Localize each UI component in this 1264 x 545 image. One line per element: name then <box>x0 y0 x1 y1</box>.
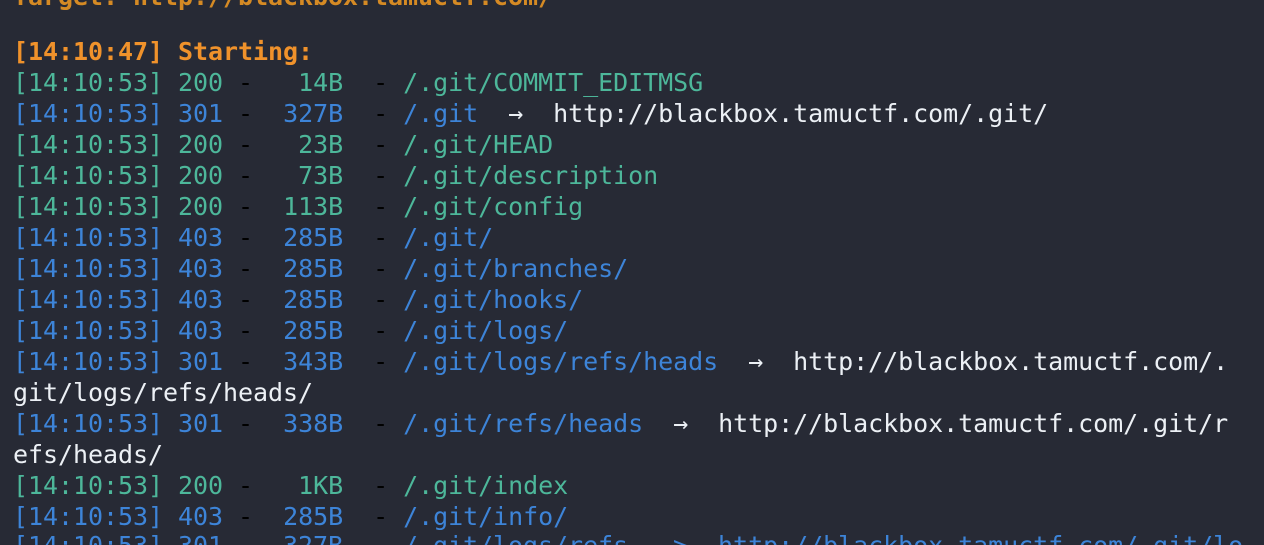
response-size: 285B <box>283 285 344 314</box>
http-status: 403 <box>178 502 224 531</box>
scan-result-line: [14:10:53] 200 - 23B - /.git/HEAD <box>13 130 554 159</box>
http-status: 200 <box>178 161 224 190</box>
timestamp: [14:10:53] <box>13 130 164 159</box>
redirect-url[interactable]: http://blackbox.tamuctf.com/.git/r <box>718 409 1228 438</box>
request-path: /.git/description <box>403 161 659 190</box>
scan-result-line: [14:10:53] 403 - 285B - /.git/ <box>13 223 494 252</box>
scan-result-line: [14:10:53] 301 - 343B - /.git/logs/refs/… <box>13 347 1229 376</box>
timestamp: [14:10:53] <box>13 316 164 345</box>
response-size: 338B <box>283 409 344 438</box>
timestamp: [14:10:53] <box>13 502 164 531</box>
redirect-arrow-icon: → <box>643 409 719 438</box>
request-path: /.git/hooks/ <box>403 285 584 314</box>
response-size: 23B <box>298 130 344 159</box>
http-status: 301 <box>178 99 224 128</box>
request-path: /.git/HEAD <box>403 130 554 159</box>
timestamp: [14:10:53] <box>13 68 164 97</box>
request-path: /.git/logs/refs/heads <box>403 347 719 376</box>
partial-result-line: [14:10:53] 301 - 327B - /.git/logs/refs … <box>13 530 1243 545</box>
http-status: 200 <box>178 192 224 221</box>
http-status: 403 <box>178 316 224 345</box>
scan-result-line: [14:10:53] 200 - 14B - /.git/COMMIT_EDIT… <box>13 68 704 97</box>
scan-result-line: [14:10:53] 403 - 285B - /.git/info/ <box>13 502 569 531</box>
response-size: 73B <box>298 161 344 190</box>
http-status: 403 <box>178 223 224 252</box>
terminal-window[interactable]: Target: http://blackbox.tamuctf.com/ [14… <box>13 0 1253 545</box>
http-status: 301 <box>178 347 224 376</box>
timestamp: [14:10:53] <box>13 471 164 500</box>
redirect-url-continuation[interactable]: git/logs/refs/heads/ <box>13 377 313 408</box>
redirect-url-continuation[interactable]: efs/heads/ <box>13 439 163 470</box>
timestamp: [14:10:53] <box>13 285 164 314</box>
timestamp: [14:10:53] <box>13 254 164 283</box>
request-path: /.git/info/ <box>403 502 569 531</box>
timestamp: [14:10:53] <box>13 409 164 438</box>
scan-result-line: [14:10:53] 200 - 1KB - /.git/index <box>13 471 569 500</box>
request-path: /.git/index <box>403 471 569 500</box>
response-size: 1KB <box>298 471 344 500</box>
http-status: 200 <box>178 130 224 159</box>
response-size: 343B <box>283 347 344 376</box>
timestamp: [14:10:53] <box>13 347 164 376</box>
response-size: 14B <box>298 68 344 97</box>
http-status: 200 <box>178 68 224 97</box>
request-path: /.git <box>403 99 479 128</box>
target-line: Target: http://blackbox.tamuctf.com/ <box>13 0 553 12</box>
request-path: /.git/branches/ <box>403 254 629 283</box>
timestamp: [14:10:53] <box>13 192 164 221</box>
scan-result-line: [14:10:53] 403 - 285B - /.git/branches/ <box>13 254 629 283</box>
http-status: 403 <box>178 285 224 314</box>
response-size: 285B <box>283 502 344 531</box>
response-size: 285B <box>283 254 344 283</box>
timestamp: [14:10:53] <box>13 223 164 252</box>
redirect-url[interactable]: http://blackbox.tamuctf.com/. <box>793 347 1228 376</box>
scan-result-line: [14:10:53] 403 - 285B - /.git/logs/ <box>13 316 569 345</box>
http-status: 200 <box>178 471 224 500</box>
redirect-url[interactable]: http://blackbox.tamuctf.com/.git/ <box>553 99 1048 128</box>
scan-result-line: [14:10:53] 301 - 327B - /.git → http://b… <box>13 99 1049 128</box>
scan-result-line: [14:10:53] 200 - 113B - /.git/config <box>13 192 584 221</box>
starting-line: [14:10:47] Starting: <box>13 37 314 66</box>
redirect-arrow-icon: → <box>718 347 794 376</box>
response-size: 285B <box>283 223 344 252</box>
request-path: /.git/refs/heads <box>403 409 644 438</box>
request-path: /.git/ <box>403 223 494 252</box>
timestamp: [14:10:53] <box>13 99 164 128</box>
request-path: /.git/logs/ <box>403 316 569 345</box>
response-size: 113B <box>283 192 344 221</box>
http-status: 301 <box>178 409 224 438</box>
response-size: 327B <box>283 99 344 128</box>
request-path: /.git/config <box>403 192 584 221</box>
redirect-arrow-icon: → <box>478 99 554 128</box>
scan-result-line: [14:10:53] 403 - 285B - /.git/hooks/ <box>13 285 584 314</box>
terminal-scrollbar[interactable] <box>1258 0 1264 545</box>
scan-result-line: [14:10:53] 200 - 73B - /.git/description <box>13 161 659 190</box>
request-path: /.git/COMMIT_EDITMSG <box>403 68 704 97</box>
timestamp: [14:10:53] <box>13 161 164 190</box>
scan-result-line: [14:10:53] 301 - 338B - /.git/refs/heads… <box>13 409 1229 438</box>
response-size: 285B <box>283 316 344 345</box>
http-status: 403 <box>178 254 224 283</box>
